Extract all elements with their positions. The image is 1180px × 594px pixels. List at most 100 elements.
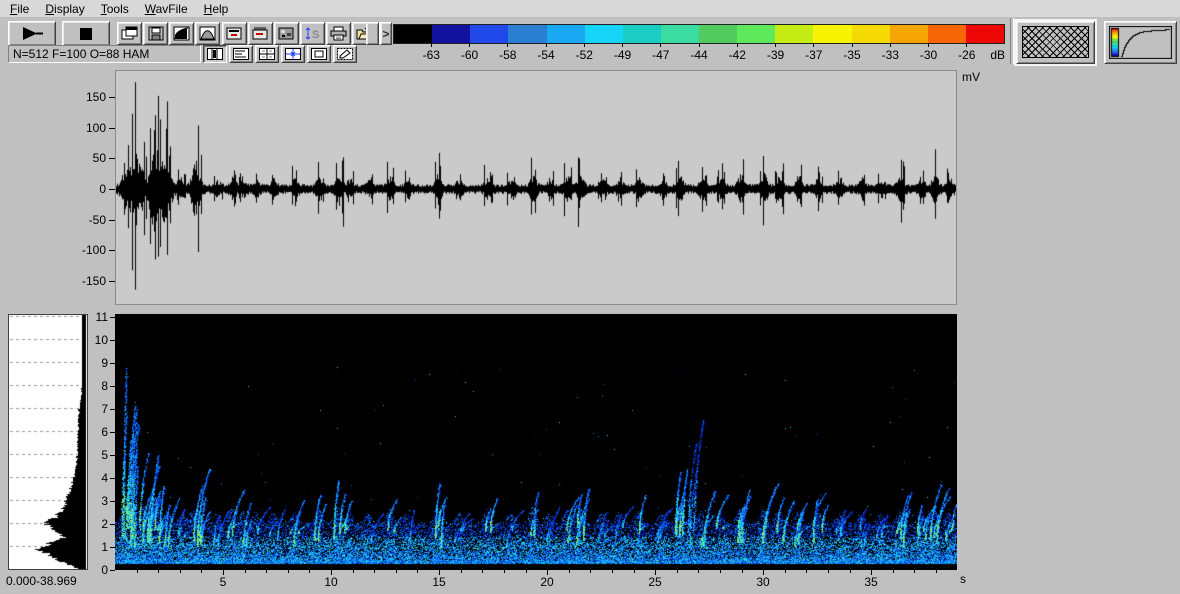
- spectrogram-ytick: [110, 501, 115, 502]
- spectrogram-app-window: File Display Tools WavFile Help S > -63 …: [0, 0, 1180, 594]
- waveform-trace: [116, 71, 956, 304]
- print-icon: [330, 26, 347, 41]
- dither-display-button[interactable]: [274, 22, 299, 45]
- line-list-icon: [233, 48, 249, 60]
- colorbar-label: -63: [422, 48, 440, 62]
- colorbar-segment-13: [889, 25, 928, 43]
- colorbar-segment-0: [394, 25, 433, 43]
- spectrogram-xtick: [569, 570, 570, 573]
- spectrogram-ytick: [110, 340, 115, 341]
- colorbar-label: -49: [613, 48, 632, 62]
- gain-curve-button[interactable]: [169, 22, 194, 45]
- spectrogram-xtick: [180, 570, 181, 573]
- save-button[interactable]: [143, 22, 168, 45]
- spectrogram-image: [115, 314, 957, 570]
- svg-text:S: S: [312, 29, 319, 41]
- spectrogram-xtick-label: 15: [432, 575, 446, 589]
- fft-settings-status: N=512 F=100 O=88 HAM: [8, 45, 201, 63]
- dither-display-icon: [278, 27, 294, 40]
- next-button[interactable]: >: [380, 22, 392, 45]
- spectrogram-xtick-label: 5: [219, 575, 227, 589]
- quad-grid-cross-view-button[interactable]: [281, 45, 305, 63]
- comb-spectrum-button[interactable]: [248, 22, 273, 45]
- colorbar-label: -33: [881, 48, 899, 62]
- spectrogram-ytick: [110, 363, 115, 364]
- colorbar-label: -37: [805, 48, 823, 62]
- play-button[interactable]: [8, 21, 56, 46]
- waveform-ytick-label: 150: [85, 90, 106, 104]
- colorbar-gradient: [393, 24, 1005, 44]
- sample-rate-button[interactable]: S: [300, 22, 325, 45]
- spectrogram-xtick-label: 35: [864, 575, 878, 589]
- colorbar-segment-11: [813, 25, 852, 43]
- colorbar-tick: [928, 44, 929, 47]
- prev-button2[interactable]: [366, 22, 379, 45]
- colorbar-tick: [851, 44, 853, 47]
- colorbar-tick: [430, 44, 432, 47]
- menu-display[interactable]: Display: [37, 1, 92, 17]
- colorbar-tick: [583, 44, 585, 47]
- edit-scales-button[interactable]: [333, 45, 357, 63]
- spectrogram-xtick-label: 30: [756, 575, 770, 589]
- spectrogram-ytick-label: 3: [101, 494, 108, 508]
- toolbar-separator: [1010, 18, 1014, 64]
- colorbar-tick: [469, 44, 470, 47]
- colorbar: -63 -60 -58 -54 -52 -49 -47 -44 -42 -39 -37 -35 -33 -…: [393, 24, 1005, 62]
- colorbar-label: -60: [460, 48, 479, 62]
- line-list-view-button[interactable]: [229, 45, 253, 63]
- waveform-ytick: [109, 158, 115, 159]
- menu-wavfile[interactable]: WavFile: [137, 1, 196, 17]
- colorbar-unit-label: dB: [990, 48, 1005, 62]
- colorbar-label: -47: [652, 48, 670, 62]
- waveform-display[interactable]: [115, 70, 957, 305]
- colorbar-tick: [545, 44, 547, 47]
- scan-display-icon: [226, 27, 242, 40]
- spectrogram-xtick: [742, 570, 743, 573]
- palette-pattern-panel[interactable]: [1014, 19, 1097, 66]
- colorbar-tick: [775, 44, 776, 47]
- inset-box-view-button[interactable]: [307, 45, 331, 63]
- print-button[interactable]: [326, 22, 351, 45]
- colorbar-label: -42: [728, 48, 746, 62]
- waveform-ytick-label: -150: [81, 274, 106, 288]
- spectrogram-xtick: [461, 570, 462, 573]
- waveform-ytick: [109, 97, 115, 98]
- time-range-label: 0.000-38.969: [6, 574, 77, 588]
- spectrogram-display[interactable]: [115, 314, 957, 570]
- menu-help[interactable]: Help: [196, 1, 237, 17]
- colorbar-segment-4: [546, 25, 585, 43]
- spectrogram-xtick: [245, 570, 246, 573]
- quad-grid-view-button[interactable]: [255, 45, 279, 63]
- colorbar-tick: [660, 44, 662, 47]
- waveform-ytick-label: 100: [85, 121, 106, 135]
- menu-file[interactable]: File: [2, 1, 37, 17]
- capture-window-button[interactable]: [117, 22, 142, 45]
- colorbar-label: -44: [690, 48, 708, 62]
- spectrogram-ytick-label: 7: [101, 402, 108, 416]
- transfer-curve-panel[interactable]: [1104, 21, 1177, 64]
- spectrogram-xtick: [612, 570, 613, 573]
- quad-grid-cross-icon: [285, 48, 301, 60]
- spectrogram-xtick: [201, 570, 202, 573]
- colorbar-label: -26: [958, 48, 976, 62]
- stop-button[interactable]: [62, 21, 110, 46]
- next-arrow-icon: >: [382, 26, 390, 41]
- colorbar-segment-5: [584, 25, 623, 43]
- transfer-curve-icon: [1109, 26, 1172, 59]
- colorbar-label: -35: [843, 48, 861, 62]
- spectrogram-xtick: [353, 570, 354, 573]
- spectrogram-xtick: [634, 570, 635, 573]
- play-icon: [23, 27, 43, 40]
- spectrogram-xtick: [158, 570, 159, 573]
- spectrogram-xtick: [677, 570, 678, 573]
- spectrogram-xtick: [785, 570, 786, 573]
- waveform-ytick: [109, 281, 115, 282]
- edit-pencil-icon: [337, 48, 353, 60]
- spectrogram-ytick: [110, 386, 115, 387]
- menu-tools[interactable]: Tools: [93, 1, 137, 17]
- scan-display-button[interactable]: [222, 22, 247, 45]
- window-function-button[interactable]: [195, 22, 220, 45]
- spectrogram-xtick: [526, 570, 527, 573]
- vertical-split-view-button[interactable]: [203, 45, 227, 63]
- colorbar-segment-6: [622, 25, 661, 43]
